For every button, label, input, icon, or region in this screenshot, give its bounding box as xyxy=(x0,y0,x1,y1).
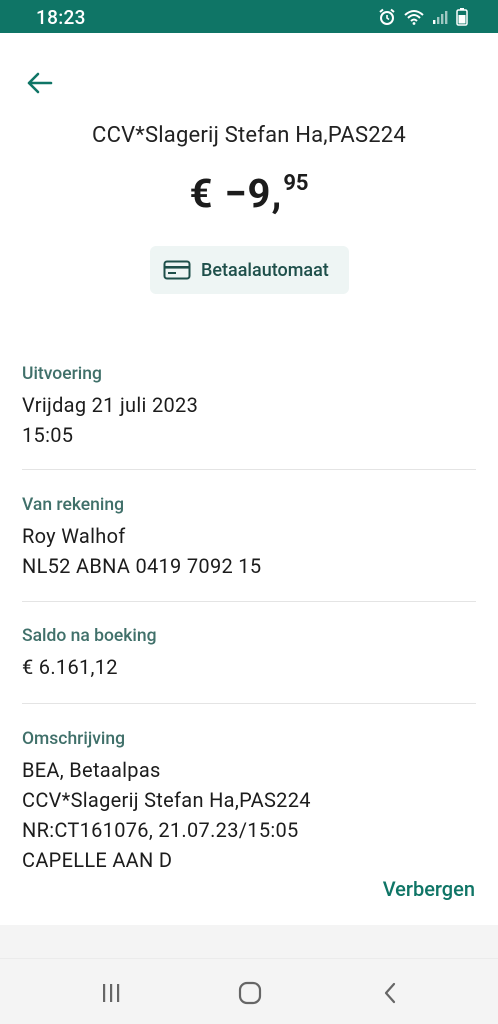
transaction-type-chip: Betaalautomaat xyxy=(150,246,349,294)
status-icons xyxy=(378,7,468,27)
account-holder: Roy Walhof xyxy=(22,524,126,548)
execution-title: Uitvoering xyxy=(22,364,102,384)
description-line: NR:CT161076, 21.07.23/15:05 xyxy=(22,818,299,842)
divider xyxy=(22,469,476,470)
signal-icon xyxy=(433,11,448,24)
amount-cents: 95 xyxy=(283,171,309,196)
balance-value: € 6.161,12 xyxy=(22,655,118,679)
card-icon xyxy=(163,260,191,280)
content-footer xyxy=(0,925,498,958)
recent-apps-button[interactable] xyxy=(91,977,131,1009)
transaction-amount: € −9,95 xyxy=(0,170,498,217)
home-icon xyxy=(238,981,262,1005)
merchant-name: CCV*Slagerij Stefan Ha,PAS224 xyxy=(92,123,406,148)
home-button[interactable] xyxy=(230,977,270,1009)
battery-icon xyxy=(456,8,468,26)
from-account-title: Van rekening xyxy=(22,495,125,515)
account-iban: NL52 ABNA 0419 7092 15 xyxy=(22,554,262,578)
transaction-type-label: Betaalautomaat xyxy=(201,259,329,281)
description-line: CAPELLE AAN D xyxy=(22,848,173,872)
description-line: BEA, Betaalpas xyxy=(22,758,161,782)
status-time: 18:23 xyxy=(36,6,86,29)
back-icon xyxy=(384,982,396,1004)
execution-section: Uitvoering Vrijdag 21 juli 2023 15:05 xyxy=(22,364,476,450)
arrow-left-icon xyxy=(27,72,53,94)
description-section: Omschrijving BEA, Betaalpas CCV*Slagerij… xyxy=(22,729,476,875)
balance-section: Saldo na boeking € 6.161,12 xyxy=(22,626,476,682)
description-line: CCV*Slagerij Stefan Ha,PAS224 xyxy=(22,788,311,812)
recent-apps-icon xyxy=(103,984,120,1002)
status-bar: 18:23 xyxy=(0,0,498,33)
balance-title: Saldo na boeking xyxy=(22,626,157,646)
alarm-icon xyxy=(379,8,395,25)
divider xyxy=(22,601,476,602)
execution-time: 15:05 xyxy=(22,423,74,447)
amount-main: € −9, xyxy=(189,170,283,217)
from-account-section: Van rekening Roy Walhof NL52 ABNA 0419 7… xyxy=(22,495,476,581)
back-button[interactable] xyxy=(22,66,56,100)
system-nav-bar xyxy=(0,958,498,1024)
description-title: Omschrijving xyxy=(22,729,126,749)
hide-description-button[interactable]: Verbergen xyxy=(383,877,475,901)
wifi-icon xyxy=(404,10,424,25)
system-back-button[interactable] xyxy=(370,977,410,1009)
divider xyxy=(22,703,476,704)
execution-date: Vrijdag 21 juli 2023 xyxy=(22,393,199,417)
